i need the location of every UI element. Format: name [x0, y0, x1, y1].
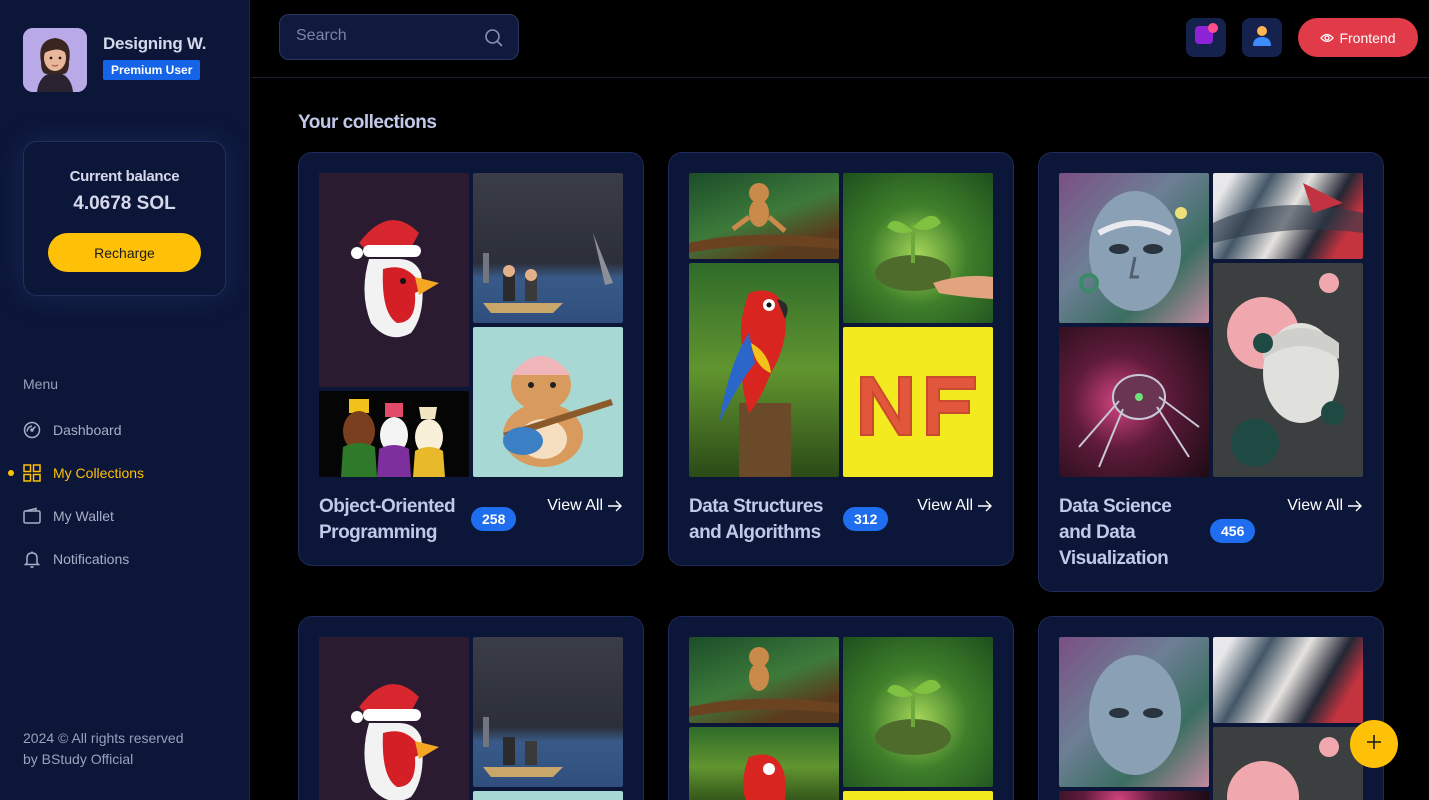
collection-card[interactable] [1038, 616, 1384, 800]
monkey-jungle-image [689, 637, 839, 723]
view-all-label: View All [547, 497, 603, 514]
copyright-text: 2024 © All rights reserved [23, 730, 184, 746]
rooster-image [319, 637, 469, 800]
balance-card: Current balance 4.0678 SOL Recharge [23, 141, 226, 296]
bell-icon [23, 550, 41, 568]
arrow-right-icon [1347, 500, 1363, 512]
grid-icon [23, 463, 41, 482]
collection-card[interactable]: Data Science and Data Visualization 456 … [1038, 152, 1384, 592]
title-line: Programming [319, 522, 438, 543]
menu-title: Menu [23, 376, 59, 392]
count-badge: 456 [1210, 519, 1256, 543]
view-all-link[interactable]: View All [1287, 497, 1363, 515]
section-title: Your collections [298, 112, 437, 133]
monkey-jungle-image [689, 173, 839, 259]
sidebar-footer: 2024 © All rights reserved by BStudy Off… [23, 728, 184, 770]
nf-letters-image [843, 327, 993, 477]
wallet-icon [23, 507, 41, 525]
abstract-art-image [1213, 637, 1363, 723]
balance-label: Current balance [69, 168, 180, 185]
view-all-link[interactable]: View All [917, 497, 993, 515]
sidebar-item-notifications[interactable]: Notifications [0, 537, 250, 580]
collection-card[interactable] [668, 616, 1014, 800]
balance-value: 4.0678 SOL [73, 193, 176, 214]
collection-card[interactable]: Data Structures and Algorithms 312 View … [668, 152, 1014, 566]
cyber-face-image [1059, 637, 1209, 787]
sidebar: Designing W. Premium User Current balanc… [0, 0, 250, 800]
premium-badge: Premium User [103, 60, 201, 80]
collection-title: Data Science and Data Visualization [1059, 494, 1172, 572]
frontend-label: Frontend [1339, 29, 1396, 46]
count-badge: 312 [843, 507, 889, 531]
three-kings-image [319, 391, 469, 477]
title-line: Data Structures [689, 496, 824, 517]
parrot-image [689, 727, 839, 800]
view-all-link[interactable]: View All [547, 497, 623, 515]
plus-icon [1366, 734, 1382, 755]
robot-spider-image [1059, 791, 1209, 800]
sprout-hand-image [843, 173, 993, 323]
title-line: and Data [1059, 522, 1136, 543]
statue-bust-image [1213, 263, 1363, 477]
view-all-label: View All [1287, 497, 1343, 514]
sidebar-item-label: My Collections [53, 464, 145, 481]
title-line: Data Science [1059, 496, 1172, 517]
dashboard-icon [23, 421, 41, 439]
app-icon [1193, 22, 1219, 53]
title-line: Visualization [1059, 548, 1169, 569]
collection-card[interactable]: Object-Oriented Programming 258 View All [298, 152, 644, 566]
collection-card[interactable] [298, 616, 644, 800]
apps-button[interactable] [1186, 18, 1226, 57]
sprout-hand-image [843, 637, 993, 787]
nf-letters-image [843, 791, 993, 800]
parrot-image [689, 263, 839, 477]
avatar[interactable] [23, 28, 87, 92]
view-all-label: View All [917, 497, 973, 514]
user-profile: Designing W. Premium User [23, 28, 206, 92]
sidebar-item-label: Dashboard [53, 421, 122, 438]
user-icon [1250, 23, 1274, 52]
robot-spider-image [1059, 327, 1209, 477]
statue-bust-image [1213, 727, 1363, 800]
user-name: Designing W. [103, 34, 207, 53]
frontend-button[interactable]: Frontend [1298, 18, 1418, 57]
pixel-boat-image [473, 173, 623, 323]
top-bar: Frontend [251, 0, 1429, 78]
sidebar-item-my-collections[interactable]: My Collections [0, 451, 250, 494]
cyber-face-image [1059, 173, 1209, 323]
eye-icon [1320, 32, 1335, 44]
active-indicator [8, 469, 14, 476]
title-line: Object-Oriented [319, 496, 456, 517]
search-icon[interactable] [484, 28, 504, 53]
rooster-image [319, 173, 469, 387]
sidebar-item-dashboard[interactable]: Dashboard [0, 408, 250, 451]
arrow-right-icon [977, 500, 993, 512]
search-box[interactable] [279, 14, 519, 60]
pixel-boat-image [473, 637, 623, 787]
profile-button[interactable] [1242, 18, 1282, 57]
search-input[interactable] [296, 27, 476, 45]
beaver-guitar-image [473, 327, 623, 477]
credit-text: by BStudy Official [23, 751, 134, 767]
collection-title: Data Structures and Algorithms [689, 494, 824, 546]
sidebar-item-label: Notifications [53, 550, 130, 567]
collection-title: Object-Oriented Programming [319, 494, 456, 546]
recharge-button[interactable]: Recharge [48, 233, 201, 272]
abstract-art-image [1213, 173, 1363, 259]
sidebar-menu: Dashboard My Collections My Wallet Notif… [0, 408, 250, 580]
sidebar-item-label: My Wallet [53, 507, 114, 524]
title-line: and Algorithms [689, 522, 821, 543]
beaver-guitar-image [473, 791, 623, 800]
arrow-right-icon [607, 500, 623, 512]
add-fab-button[interactable] [1350, 720, 1398, 768]
sidebar-item-my-wallet[interactable]: My Wallet [0, 494, 250, 537]
count-badge: 258 [471, 507, 517, 531]
